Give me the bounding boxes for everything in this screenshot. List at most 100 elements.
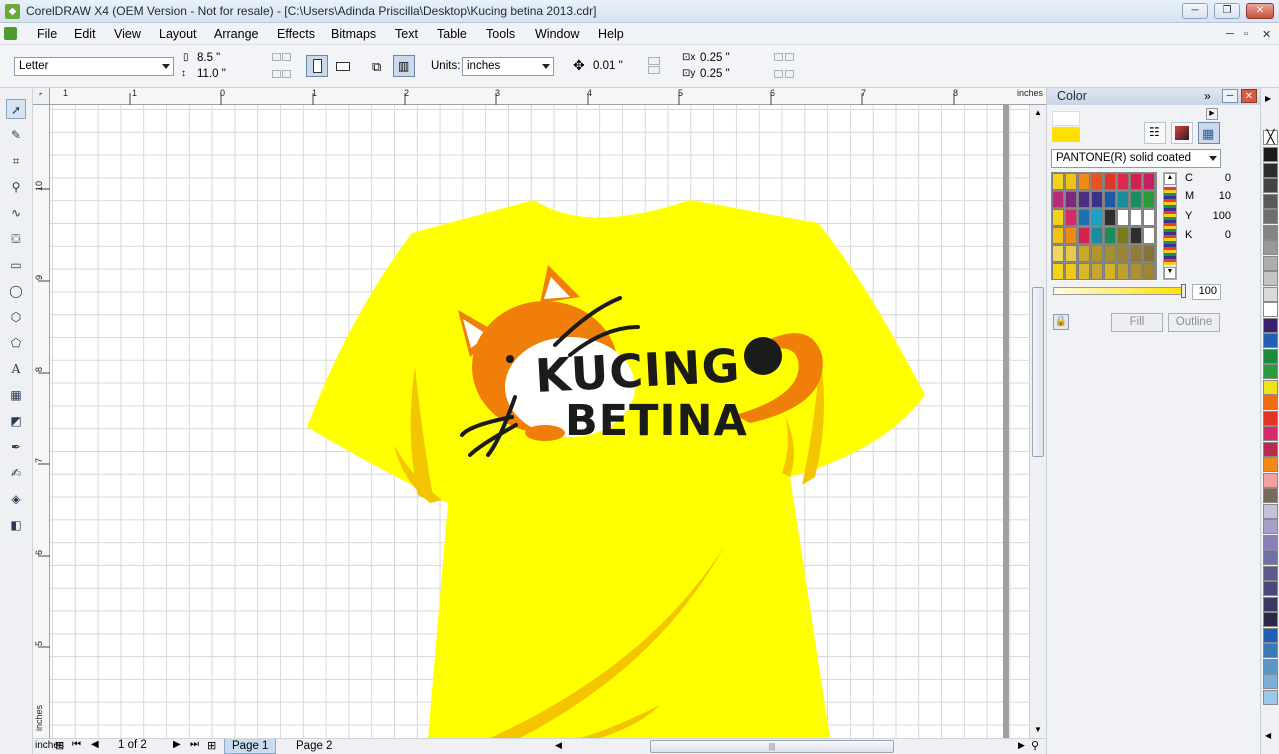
pantone-swatch[interactable] (1091, 209, 1103, 226)
palette-color-chip[interactable] (1263, 674, 1278, 689)
nudge-spin-down[interactable] (648, 66, 660, 74)
palette-color-chip[interactable] (1263, 596, 1278, 612)
palette-color-chip[interactable] (1263, 333, 1278, 348)
freehand-tool-icon[interactable]: ∿ (6, 203, 26, 223)
maximize-button[interactable]: ❐ (1214, 3, 1240, 19)
pantone-swatch[interactable] (1078, 173, 1090, 190)
smart-fill-tool-icon[interactable]: ⛋ (6, 229, 26, 249)
pantone-swatch[interactable] (1104, 209, 1116, 226)
palette-color-chip[interactable] (1263, 271, 1278, 286)
palette-strip-scroll-down-icon[interactable]: ◀ (1265, 731, 1271, 740)
pantone-swatch[interactable] (1117, 173, 1129, 190)
pantone-swatch[interactable] (1091, 245, 1103, 262)
page-tab-2[interactable]: Page 2 (289, 739, 339, 754)
pantone-swatch[interactable] (1052, 245, 1064, 262)
duplicate-y-spin-alt[interactable] (785, 70, 794, 78)
crop-tool-icon[interactable]: ⌗ (6, 151, 26, 171)
rectangle-tool-icon[interactable]: ▭ (6, 255, 26, 275)
duplicate-x-spin-alt[interactable] (785, 53, 794, 61)
navigator-zoom-icon[interactable]: ⚲ (1031, 739, 1039, 752)
pantone-swatch[interactable] (1052, 191, 1064, 208)
palette-color-chip[interactable] (1263, 147, 1278, 162)
current-page-button[interactable]: ▥ (393, 55, 415, 77)
pantone-swatch[interactable] (1052, 227, 1064, 244)
pantone-swatch[interactable] (1117, 209, 1129, 226)
palette-color-chip[interactable] (1263, 612, 1278, 627)
pantone-swatch[interactable] (1117, 191, 1129, 208)
pantone-swatch[interactable] (1130, 209, 1142, 226)
pantone-swatch[interactable] (1143, 263, 1155, 280)
pantone-swatch[interactable] (1091, 263, 1103, 280)
all-pages-button[interactable]: ⧉ (367, 55, 389, 77)
page-tab-1[interactable]: Page 1 (224, 739, 277, 754)
palette-color-chip[interactable] (1263, 193, 1278, 209)
palette-color-chip[interactable] (1263, 224, 1278, 240)
tint-slider[interactable] (1053, 284, 1186, 298)
pantone-swatch[interactable] (1130, 263, 1142, 280)
palette-color-chip[interactable] (1263, 286, 1278, 302)
pantone-swatch[interactable] (1052, 209, 1064, 226)
pantone-swatch[interactable] (1065, 191, 1077, 208)
menu-bitmaps[interactable]: Bitmaps (331, 27, 376, 41)
palette-color-chip[interactable] (1263, 240, 1278, 255)
horizontal-ruler[interactable]: 1 1 0 1 2 3 4 5 6 7 8 inches (50, 88, 1046, 105)
palette-color-chip[interactable] (1263, 643, 1278, 658)
palette-color-chip[interactable] (1263, 689, 1278, 705)
palette-color-chip[interactable] (1263, 488, 1278, 503)
menu-view[interactable]: View (114, 27, 141, 41)
palette-color-chip[interactable] (1263, 317, 1278, 333)
menu-layout[interactable]: Layout (159, 27, 197, 41)
menu-arrange[interactable]: Arrange (214, 27, 258, 41)
coreldraw-app-icon[interactable]: ◆ (5, 4, 20, 19)
page-height-field[interactable]: 11.0 " (197, 68, 271, 80)
pantone-swatch[interactable] (1091, 173, 1103, 190)
page-size-dropdown[interactable]: Letter (14, 57, 174, 76)
pantone-swatch[interactable] (1104, 263, 1116, 280)
palette-color-chip[interactable] (1263, 255, 1278, 271)
outline-tool-icon[interactable]: ✍ (6, 463, 26, 483)
vertical-ruler[interactable]: 10 9 8 7 6 5 inches (33, 105, 50, 738)
no-color-swatch[interactable]: ╳ (1263, 130, 1278, 145)
outline-button[interactable]: Outline (1168, 313, 1220, 332)
palette-scroll-down-icon[interactable]: ▼ (1164, 267, 1176, 279)
palette-color-chip[interactable] (1263, 457, 1278, 472)
palette-chips[interactable] (1261, 147, 1279, 707)
menu-file[interactable]: File (37, 27, 57, 41)
page-height-spin-alt[interactable] (282, 70, 291, 78)
polygon-tool-icon[interactable]: ⬡ (6, 307, 26, 327)
palette-scroll-up-icon[interactable]: ▲ (1164, 173, 1176, 185)
palette-color-chip[interactable] (1263, 534, 1278, 550)
pantone-swatch[interactable] (1117, 263, 1129, 280)
pantone-swatch[interactable] (1104, 245, 1116, 262)
pantone-swatch[interactable] (1143, 245, 1155, 262)
palette-color-chip[interactable] (1263, 550, 1278, 565)
tint-value-field[interactable]: 100 (1192, 284, 1221, 300)
menu-window[interactable]: Window (535, 27, 579, 41)
previous-page-icon[interactable]: ◀ (91, 739, 99, 750)
palette-strip-scroll-up-icon[interactable]: ▶ (1265, 94, 1271, 103)
last-page-icon[interactable]: ⏭ (190, 739, 199, 750)
pantone-swatch[interactable] (1052, 263, 1064, 280)
document-restore-button[interactable]: ▫ (1244, 28, 1248, 40)
nudge-field[interactable]: 0.01 " (588, 57, 644, 76)
text-tool-icon[interactable]: A (6, 359, 26, 379)
pantone-swatch[interactable] (1065, 173, 1077, 190)
pantone-swatch[interactable] (1065, 227, 1077, 244)
pantone-swatch[interactable] (1143, 209, 1155, 226)
tint-slider-handle[interactable] (1181, 284, 1186, 298)
pantone-swatch[interactable] (1078, 245, 1090, 262)
scroll-down-icon[interactable]: ▼ (1034, 725, 1042, 734)
menu-help[interactable]: Help (598, 27, 624, 41)
duplicate-y-field[interactable]: 0.25 " (700, 68, 772, 80)
pantone-swatch[interactable] (1117, 245, 1129, 262)
palette-color-chip[interactable] (1263, 364, 1278, 379)
shape-tool-icon[interactable]: ✎ (6, 125, 26, 145)
menu-text[interactable]: Text (395, 27, 418, 41)
pantone-swatch[interactable] (1117, 227, 1129, 244)
page-width-spin-up[interactable] (272, 53, 281, 61)
add-page-before-icon[interactable]: ⊞ (55, 739, 64, 752)
pantone-swatch[interactable] (1143, 173, 1155, 190)
color-sliders-button[interactable]: ☷ (1144, 122, 1166, 144)
portrait-button[interactable] (306, 55, 328, 77)
table-tool-icon[interactable]: ▦ (6, 385, 26, 405)
